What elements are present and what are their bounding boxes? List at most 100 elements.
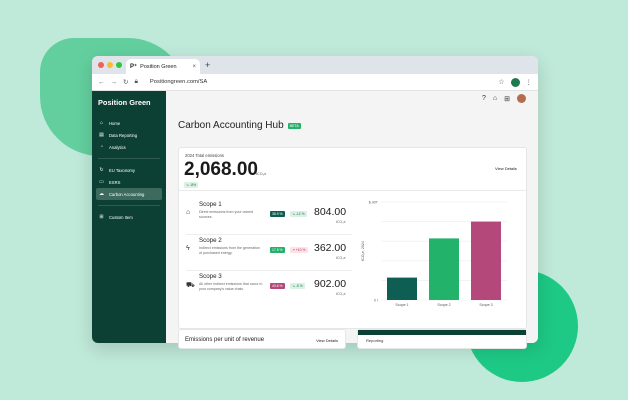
top-toolbar: ? ⌂ ⊞ [482, 94, 526, 103]
bookmark-star-icon[interactable]: ☆ [498, 78, 504, 86]
window-controls [98, 62, 122, 68]
sidebar-item-analytics[interactable]: ◔ Analytics [96, 141, 162, 153]
sidebar-item-label: Data Reporting [109, 132, 138, 138]
url-field[interactable]: Positiongreen.com/SA [150, 79, 492, 85]
x-tick-label: Scope 3 [479, 303, 492, 307]
scope-unit: tCO₂e [336, 256, 346, 260]
document-icon: ▤ [99, 132, 104, 138]
scope-percentage-badge: 17.5 % [270, 247, 285, 253]
truck-icon: ⛟ [186, 282, 195, 289]
scope-value: 804.00 [314, 206, 347, 218]
back-icon[interactable]: ← [98, 79, 105, 86]
scope-name: Scope 1 [199, 201, 222, 208]
cloud-icon: ☁ [99, 191, 104, 197]
scope-unit: tCO₂e [336, 292, 346, 296]
apps-grid-icon[interactable]: ⊞ [504, 95, 510, 103]
refresh-icon: ↻ [99, 167, 104, 173]
scope-bar-chart: $,40T 0 t tCO₂e, 2024 Scope 1 Scope 2 Scope 3 [361, 201, 507, 307]
sidebar-divider [98, 158, 160, 159]
scope-description: Indirect emissions from the generation o… [199, 246, 260, 255]
energy-icon: ϟ [186, 245, 190, 252]
sidebar: Position Green ⌂ Home ▤ Data Reporting ◔ Anal… [92, 91, 166, 343]
view-details-link[interactable]: View Details [495, 166, 517, 171]
address-bar: ← → ↻ 🔒︎ Positiongreen.com/SA ☆ ⋮ [92, 74, 538, 91]
minimize-window-button[interactable] [107, 62, 113, 68]
lock-icon: 🔒︎ [134, 78, 138, 85]
custom-icon: ⊞ [99, 214, 104, 220]
sidebar-item-esrs[interactable]: ▭ ESRS [96, 176, 162, 188]
reload-icon[interactable]: ↻ [123, 78, 128, 86]
scope-divider [186, 270, 352, 271]
scope-name: Scope 2 [199, 237, 222, 244]
sidebar-item-eu-taxonomy[interactable]: ↻ EU Taxonomy [96, 164, 162, 176]
y-axis-label: tCO₂e, 2024 [361, 241, 365, 261]
scope-divider [186, 234, 352, 235]
browser-menu-icon[interactable]: ⋮ [526, 78, 533, 86]
y-tick-label: $,40T [369, 201, 379, 205]
chart-bar [387, 277, 417, 300]
organization-icon[interactable]: ⌂ [493, 95, 497, 102]
sidebar-item-home[interactable]: ⌂ Home [96, 117, 162, 129]
beta-badge: BETA [287, 122, 301, 129]
sidebar-item-label: Carbon Accounting [109, 191, 145, 197]
sidebar-item-label: Analytics [109, 144, 126, 150]
revenue-emissions-card: Emissions per unit of revenue View Detai… [178, 329, 346, 349]
browser-profile-avatar[interactable] [510, 77, 520, 87]
total-trend-badge: ↘ -8% [184, 182, 199, 188]
reporting-card: Reporting [357, 329, 527, 349]
scope-trend-badge: ↘ -5 % [290, 283, 305, 289]
reporting-card-header [358, 330, 526, 335]
user-avatar[interactable] [517, 94, 526, 103]
sidebar-item-label: EU Taxonomy [109, 167, 135, 173]
page-title: Carbon Accounting Hub [178, 120, 284, 131]
sidebar-item-label: Custom Item [109, 214, 133, 220]
scope-percentage-badge: 43.6 % [270, 283, 285, 289]
scope-row[interactable]: ϟ Scope 2 Indirect emissions from the gene… [186, 236, 352, 270]
maximize-window-button[interactable] [116, 62, 122, 68]
scope-name: Scope 3 [199, 273, 222, 280]
chart-bar [429, 238, 459, 300]
sidebar-item-label: ESRS [109, 179, 121, 185]
brand-logo[interactable]: Position Green [98, 98, 160, 107]
tab-close-icon[interactable]: × [192, 64, 196, 70]
esrs-icon: ▭ [99, 179, 104, 185]
scope-value: 902.00 [314, 278, 347, 290]
browser-tab-bar: P⁺ Position Green × + [92, 56, 538, 74]
scope-trend-badge: ↘ -12 % [290, 211, 307, 217]
scope-description: Direct emissions from your owned sources… [199, 210, 254, 219]
total-emissions-unit: tCO₂e [256, 172, 267, 176]
chart-bar [471, 221, 501, 300]
x-tick-label: Scope 2 [437, 303, 450, 307]
browser-tab[interactable]: P⁺ Position Green × [126, 59, 200, 74]
scope-value: 362.00 [314, 242, 347, 254]
page-header: Carbon Accounting Hub BETA [178, 120, 301, 131]
help-icon[interactable]: ? [482, 95, 486, 102]
factory-icon: ⌂ [186, 209, 191, 216]
forward-icon[interactable]: → [111, 79, 118, 86]
scope-row[interactable]: ⌂ Scope 1 Direct emissions from your owned… [186, 200, 352, 234]
scope-description: All other indirect emissions that occur … [199, 282, 263, 291]
revenue-card-title: Emissions per unit of revenue [185, 337, 265, 343]
scope-row[interactable]: ⛟ Scope 3 All other indirect emissions tha… [186, 272, 352, 306]
reporting-card-title: Reporting [366, 338, 384, 343]
tab-title: Position Green [140, 63, 177, 70]
revenue-view-details-link[interactable]: View Details [316, 338, 338, 343]
card-divider [179, 190, 526, 191]
analytics-icon: ◔ [99, 144, 104, 150]
scope-trend-badge: ↗ +10 % [290, 247, 308, 253]
sidebar-divider [98, 205, 160, 206]
y-tick-label: 0 t [374, 299, 378, 303]
sidebar-item-label: Home [109, 120, 121, 126]
total-emissions-value: 2,068.00 [184, 159, 258, 180]
sidebar-item-data-reporting[interactable]: ▤ Data Reporting [96, 129, 162, 141]
scope-unit: tCO₂e [336, 220, 346, 224]
close-window-button[interactable] [98, 62, 104, 68]
emissions-card: 2024 Total emissions 2,068.00 tCO₂e ↘ -8… [178, 147, 527, 329]
total-emissions-label: 2024 Total emissions [185, 153, 225, 158]
x-tick-label: Scope 1 [395, 303, 408, 307]
scope-percentage-badge: 38.9 % [270, 211, 285, 217]
new-tab-button[interactable]: + [205, 60, 210, 70]
sidebar-item-carbon-accounting[interactable]: ☁ Carbon Accounting [96, 188, 162, 200]
sidebar-item-custom-item[interactable]: ⊞ Custom Item [96, 211, 162, 223]
home-icon: ⌂ [99, 120, 104, 126]
